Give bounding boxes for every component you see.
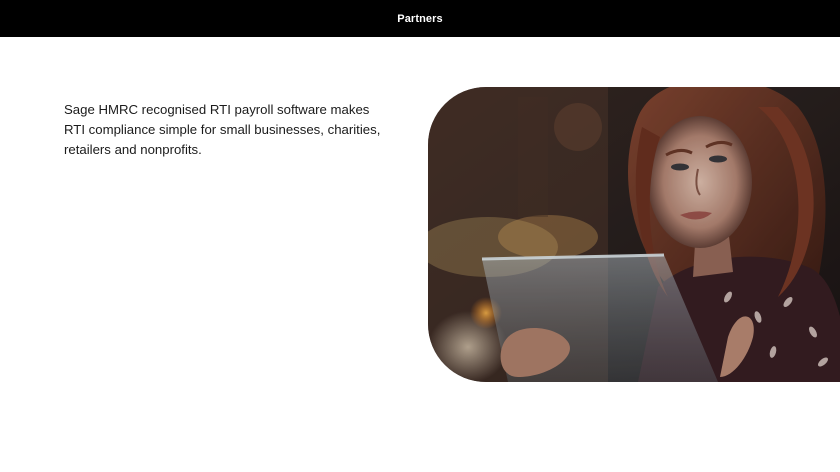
top-navigation-bar: Partners (0, 0, 840, 37)
hero-photo-illustration (428, 87, 840, 382)
partners-link[interactable]: Partners (397, 13, 442, 25)
hero-image (428, 87, 840, 382)
intro-paragraph: Sage HMRC recognised RTI payroll softwar… (64, 102, 381, 157)
